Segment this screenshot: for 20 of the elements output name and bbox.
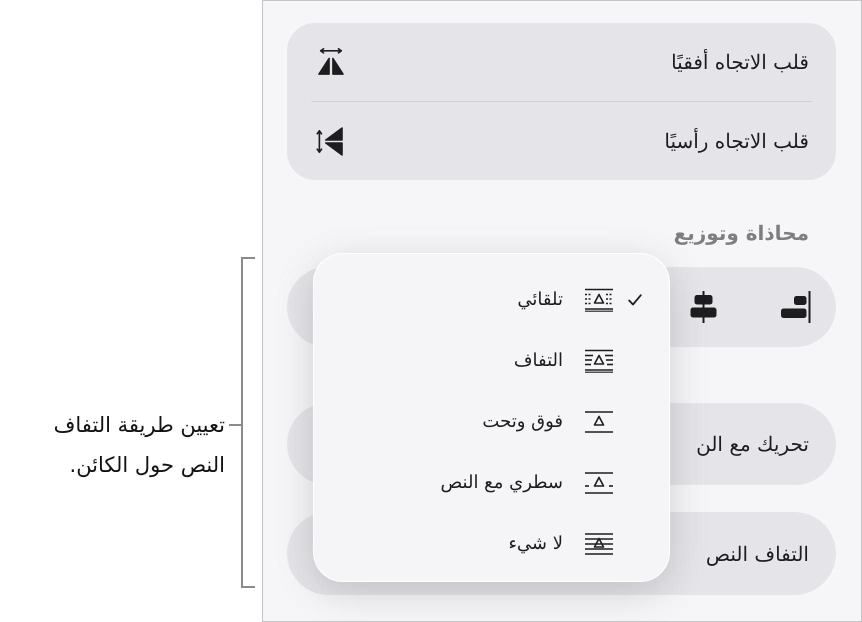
wrap-option[interactable]: لا شيء bbox=[314, 513, 669, 574]
wrap-around-icon bbox=[584, 348, 614, 372]
align-right-icon[interactable] bbox=[779, 291, 811, 323]
flip-vertical-icon bbox=[316, 126, 344, 156]
wrap-above-below-icon bbox=[584, 410, 614, 434]
wrap-option[interactable]: تلقائي bbox=[314, 269, 669, 330]
flip-horizontal-icon bbox=[316, 48, 346, 76]
align-center-icon[interactable] bbox=[690, 291, 717, 323]
wrap-none-icon bbox=[584, 532, 614, 556]
wrap-inline-icon bbox=[584, 470, 614, 494]
flip-option[interactable]: قلب الاتجاه أفقيًا bbox=[287, 23, 836, 101]
callout-text: تعيين طريقة التفاف النص حول الكائن. bbox=[52, 412, 225, 480]
section-title: محاذاة وتوزيع bbox=[672, 220, 810, 247]
wrap-option[interactable]: التفاف bbox=[314, 330, 669, 391]
setting-label: تحريك مع الن bbox=[696, 431, 809, 458]
wrap-option[interactable]: سطري مع النص bbox=[314, 452, 669, 513]
flip-option[interactable]: قلب الاتجاه رأسيًا bbox=[287, 102, 836, 180]
wrap-option[interactable]: فوق وتحت bbox=[314, 391, 669, 452]
setting-label: التفاف النص bbox=[706, 540, 809, 568]
wrap-auto-icon bbox=[584, 288, 614, 312]
